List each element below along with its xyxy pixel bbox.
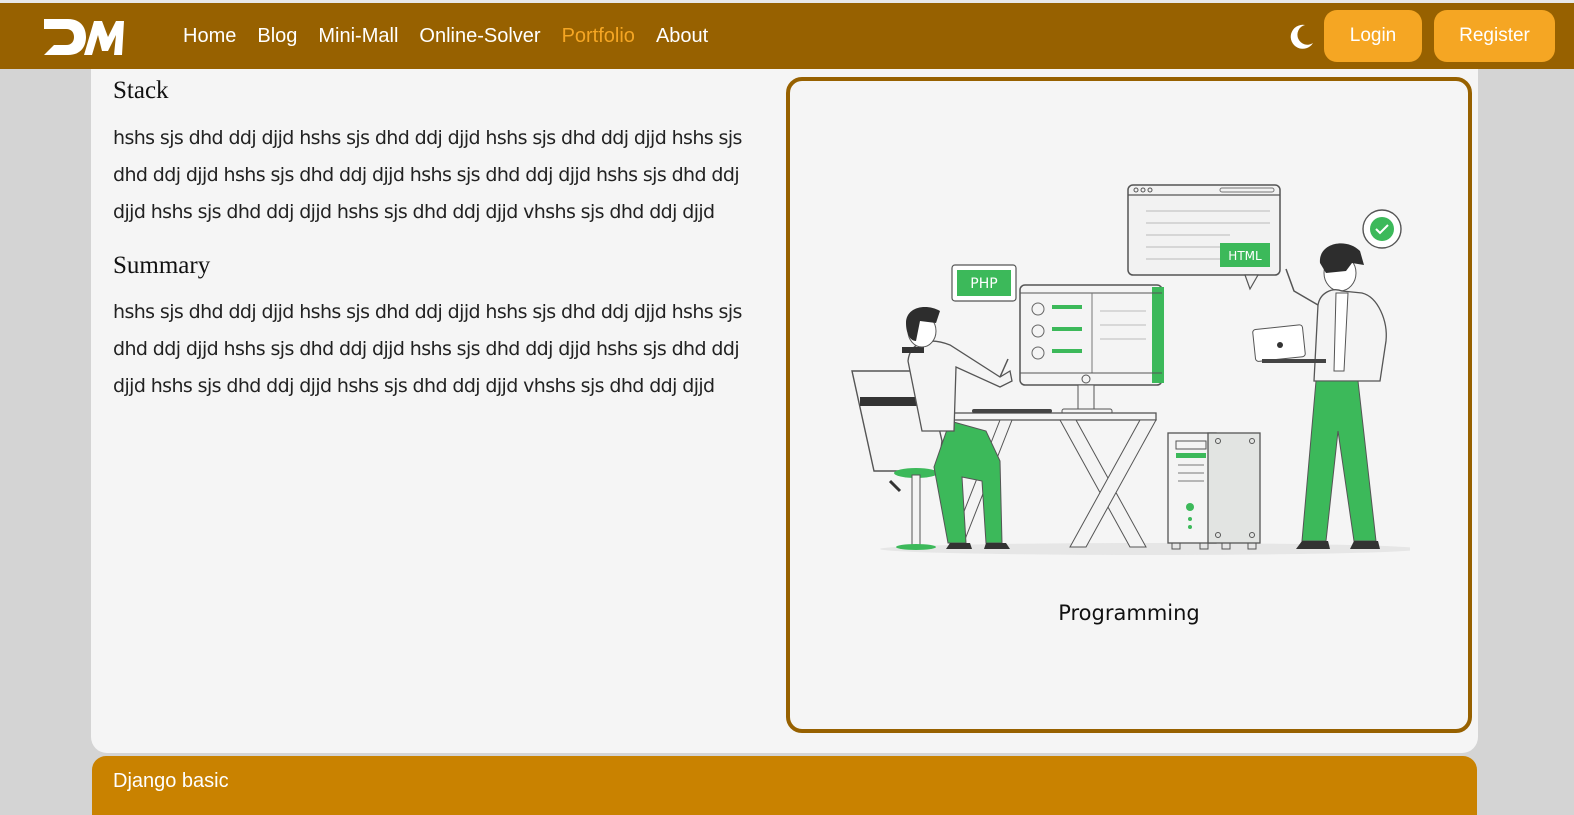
navbar: Home Blog Mini-Mall Online-Solver Portfo…: [0, 3, 1574, 69]
php-label: PHP: [970, 276, 997, 292]
code-window: HTML: [1127, 184, 1281, 291]
pc-tower: [1167, 432, 1261, 550]
php-bubble: PHP: [951, 264, 1017, 302]
stack-heading: Stack: [113, 77, 169, 104]
portfolio-caption: Programming: [1058, 601, 1200, 625]
monitor: [1019, 284, 1164, 415]
summary-heading: Summary: [113, 252, 211, 279]
portfolio-image-box: HTML PHP Programming: [786, 77, 1472, 733]
nav-portfolio[interactable]: Portfolio: [562, 25, 635, 48]
nav-blog[interactable]: Blog: [257, 25, 297, 48]
nav-about[interactable]: About: [656, 25, 708, 48]
moon-icon[interactable]: [1286, 22, 1316, 52]
standing-developer: [1252, 243, 1387, 549]
stack-text: hshs sjs dhd ddj djjd hshs sjs dhd ddj d…: [113, 127, 742, 223]
register-button[interactable]: Register: [1434, 10, 1555, 62]
nav-links: Home Blog Mini-Mall Online-Solver Portfo…: [183, 3, 729, 69]
footer-title[interactable]: Django basic: [113, 770, 229, 793]
programming-illustration: HTML PHP: [851, 184, 1410, 555]
footer-bar: Django basic: [92, 756, 1477, 815]
portfolio-detail-card: Stack hshs sjs dhd ddj djjd hshs sjs dhd…: [91, 69, 1478, 753]
login-button[interactable]: Login: [1324, 10, 1422, 62]
site-logo[interactable]: [40, 15, 126, 59]
seated-developer: [851, 307, 1013, 550]
nav-online-solver[interactable]: Online-Solver: [419, 25, 540, 48]
summary-text: hshs sjs dhd ddj djjd hshs sjs dhd ddj d…: [113, 301, 742, 397]
html-label: HTML: [1228, 249, 1262, 263]
nav-home[interactable]: Home: [183, 25, 236, 48]
nav-mini-mall[interactable]: Mini-Mall: [318, 25, 398, 48]
